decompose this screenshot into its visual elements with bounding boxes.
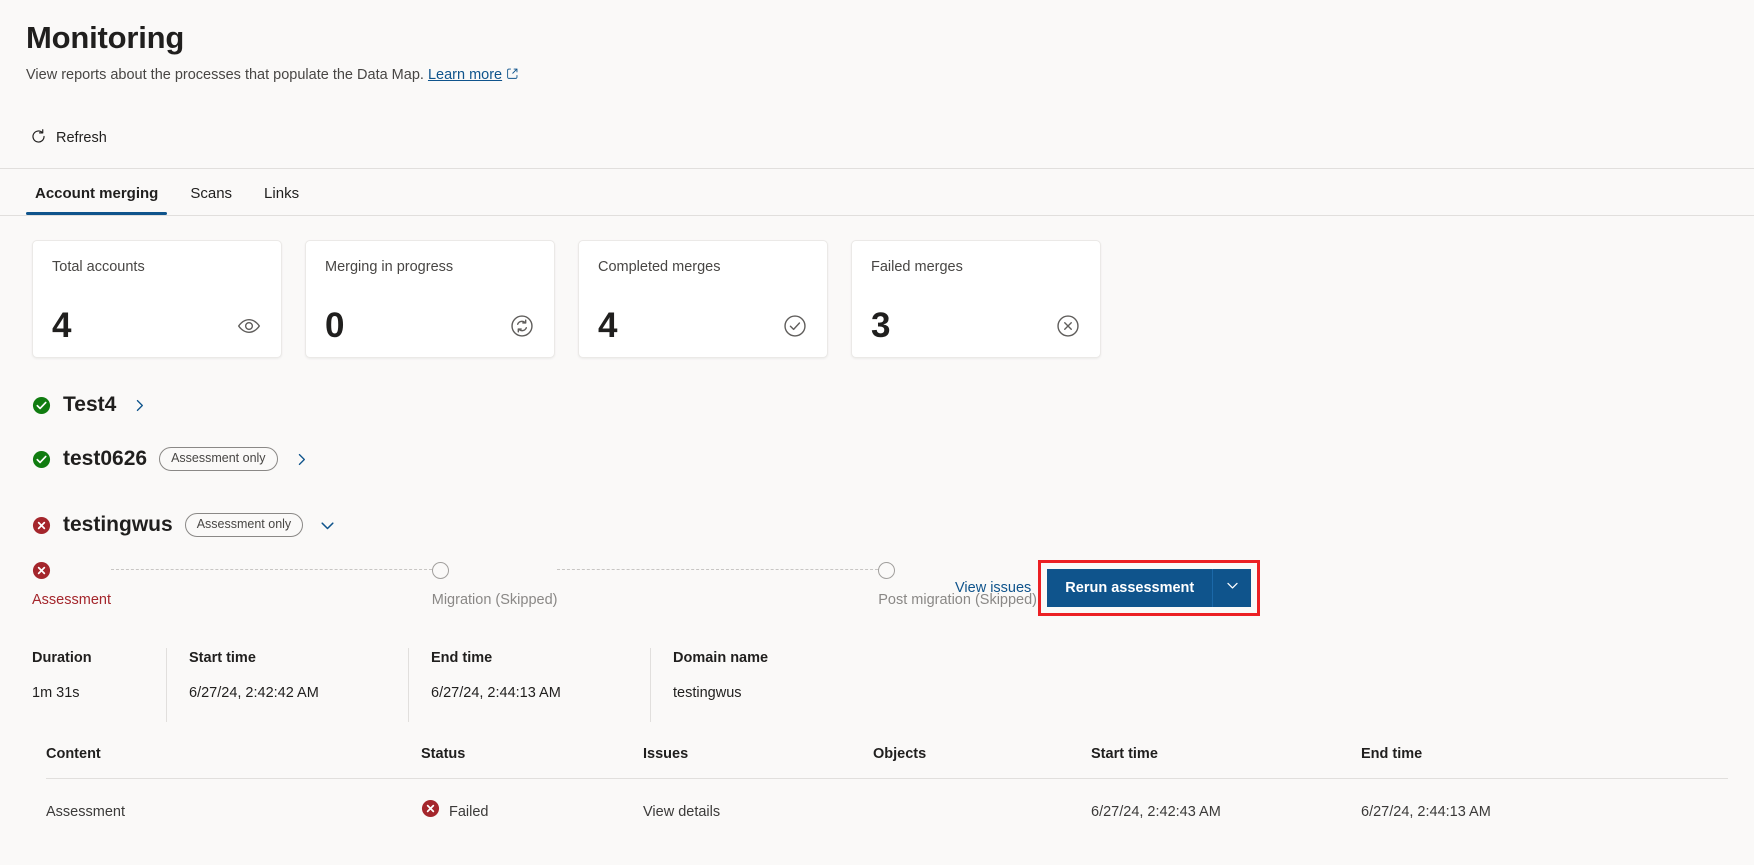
assessment-meta-row: Duration 1m 31s Start time 6/27/24, 2:42… bbox=[0, 648, 1754, 722]
chevron-down-icon bbox=[1225, 578, 1240, 598]
cell-issues-link[interactable]: View details bbox=[643, 779, 873, 836]
step-assessment[interactable]: Assessment bbox=[32, 560, 111, 610]
meta-end-time: End time 6/27/24, 2:44:13 AM bbox=[431, 648, 651, 722]
stat-card-value: 3 bbox=[871, 306, 891, 345]
refresh-button[interactable]: Refresh bbox=[26, 124, 115, 153]
step-node-pending bbox=[431, 560, 449, 580]
meta-value: 1m 31s bbox=[32, 685, 80, 701]
column-header-content[interactable]: Content bbox=[46, 744, 421, 779]
tab-links[interactable]: Links bbox=[255, 184, 308, 215]
learn-more-link[interactable]: Learn more bbox=[428, 67, 502, 83]
cell-status: Failed bbox=[421, 779, 643, 836]
tab-account-merging[interactable]: Account merging bbox=[26, 184, 168, 215]
meta-duration: Duration 1m 31s bbox=[32, 648, 167, 722]
rerun-assessment-caret-button[interactable] bbox=[1213, 569, 1252, 607]
stat-card-completed-merges[interactable]: Completed merges 4 bbox=[578, 240, 828, 358]
status-text: Failed bbox=[449, 804, 489, 820]
meta-start-time: Start time 6/27/24, 2:42:42 AM bbox=[189, 648, 409, 722]
page-subtitle: View reports about the processes that po… bbox=[26, 65, 1754, 86]
rerun-assessment-highlight: Rerun assessment bbox=[1038, 560, 1261, 616]
external-link-icon bbox=[506, 66, 519, 86]
meta-label: Domain name bbox=[673, 650, 769, 666]
rerun-assessment-button[interactable]: Rerun assessment bbox=[1047, 569, 1214, 607]
success-circle-icon bbox=[32, 450, 51, 469]
tab-scans[interactable]: Scans bbox=[181, 184, 241, 215]
column-header-end-time[interactable]: End time bbox=[1361, 744, 1728, 779]
error-circle-icon bbox=[421, 799, 440, 825]
cell-objects bbox=[873, 779, 1091, 836]
domain-name: testingwus bbox=[63, 513, 173, 536]
meta-value: testingwus bbox=[673, 685, 742, 701]
meta-label: End time bbox=[431, 650, 493, 666]
column-header-start-time[interactable]: Start time bbox=[1091, 744, 1361, 779]
stat-card-failed-merges[interactable]: Failed merges 3 bbox=[851, 240, 1101, 358]
page-title: Monitoring bbox=[26, 20, 185, 55]
stat-card-label: Merging in progress bbox=[325, 259, 454, 275]
stat-card-label: Total accounts bbox=[52, 259, 145, 275]
domain-name: test0626 bbox=[63, 447, 148, 470]
step-migration[interactable]: Migration (Skipped) bbox=[431, 560, 558, 610]
meta-value: 6/27/24, 2:42:42 AM bbox=[189, 685, 319, 701]
error-circle-icon bbox=[1055, 313, 1081, 339]
cell-start-time: 6/27/24, 2:42:43 AM bbox=[1091, 804, 1221, 820]
step-node-pending bbox=[878, 560, 896, 580]
table-header-row: Content Status Issues Objects Start time… bbox=[46, 744, 1728, 779]
step-label: Migration (Skipped) bbox=[431, 592, 558, 608]
stat-card-value: 4 bbox=[52, 306, 72, 345]
tab-bar: Account merging Scans Links bbox=[0, 168, 1754, 216]
step-node-failed bbox=[32, 560, 51, 580]
refresh-label: Refresh bbox=[56, 130, 107, 146]
chevron-right-icon[interactable] bbox=[290, 448, 313, 471]
meta-value: 6/27/24, 2:44:13 AM bbox=[431, 685, 561, 701]
meta-label: Duration bbox=[32, 650, 92, 666]
column-header-issues[interactable]: Issues bbox=[643, 744, 873, 779]
cell-content: Assessment bbox=[46, 804, 125, 820]
step-label: Assessment bbox=[32, 592, 111, 608]
refresh-icon bbox=[30, 128, 47, 149]
sync-icon bbox=[509, 313, 535, 339]
stat-cards-row: Total accounts 4 Merging in progress 0 C… bbox=[0, 216, 1754, 358]
cell-end-time: 6/27/24, 2:44:13 AM bbox=[1361, 804, 1491, 820]
column-header-status[interactable]: Status bbox=[421, 744, 643, 779]
chevron-right-icon[interactable] bbox=[128, 394, 151, 417]
stat-card-label: Completed merges bbox=[598, 259, 721, 275]
meta-label: Start time bbox=[189, 650, 256, 666]
chevron-down-icon[interactable] bbox=[315, 513, 340, 538]
eye-icon bbox=[236, 313, 262, 339]
stat-card-value: 0 bbox=[325, 306, 345, 345]
assessment-only-badge: Assessment only bbox=[159, 447, 278, 471]
table-row[interactable]: Assessment Failed View details 6/27/24, … bbox=[46, 779, 1728, 836]
page-header: Monitoring View reports about the proces… bbox=[0, 0, 1754, 86]
view-issues-link[interactable]: View issues bbox=[955, 578, 1040, 598]
check-circle-icon bbox=[782, 313, 808, 339]
step-connector bbox=[557, 569, 879, 570]
assessment-stepper: Assessment Migration (Skipped) Post migr… bbox=[32, 560, 1037, 610]
domain-row-test0626[interactable]: test0626 Assessment only bbox=[32, 432, 1754, 486]
domain-list: Test4 test0626 Assessment only testingwu… bbox=[0, 378, 1754, 552]
assessment-table: Content Status Issues Objects Start time… bbox=[0, 744, 1754, 835]
domain-name: Test4 bbox=[63, 393, 117, 416]
stat-card-label: Failed merges bbox=[871, 259, 963, 275]
column-header-objects[interactable]: Objects bbox=[873, 744, 1091, 779]
domain-row-testingwus[interactable]: testingwus Assessment only bbox=[32, 498, 1754, 552]
page-subtitle-text: View reports about the processes that po… bbox=[26, 67, 424, 83]
stat-card-merging-in-progress[interactable]: Merging in progress 0 bbox=[305, 240, 555, 358]
rerun-assessment-split-button: Rerun assessment bbox=[1047, 569, 1252, 607]
step-connector bbox=[110, 569, 432, 570]
assessment-stepper-area: Assessment Migration (Skipped) Post migr… bbox=[0, 560, 1754, 630]
command-bar: Refresh bbox=[0, 116, 1754, 160]
meta-domain-name: Domain name testingwus bbox=[673, 648, 873, 722]
stepper-actions: View issues Rerun assessment bbox=[955, 560, 1261, 616]
assessment-only-badge: Assessment only bbox=[184, 513, 304, 537]
domain-row-test4[interactable]: Test4 bbox=[32, 378, 1754, 432]
error-circle-icon bbox=[32, 516, 51, 535]
stat-card-total-accounts[interactable]: Total accounts 4 bbox=[32, 240, 282, 358]
success-circle-icon bbox=[32, 396, 51, 415]
stat-card-value: 4 bbox=[598, 306, 618, 345]
